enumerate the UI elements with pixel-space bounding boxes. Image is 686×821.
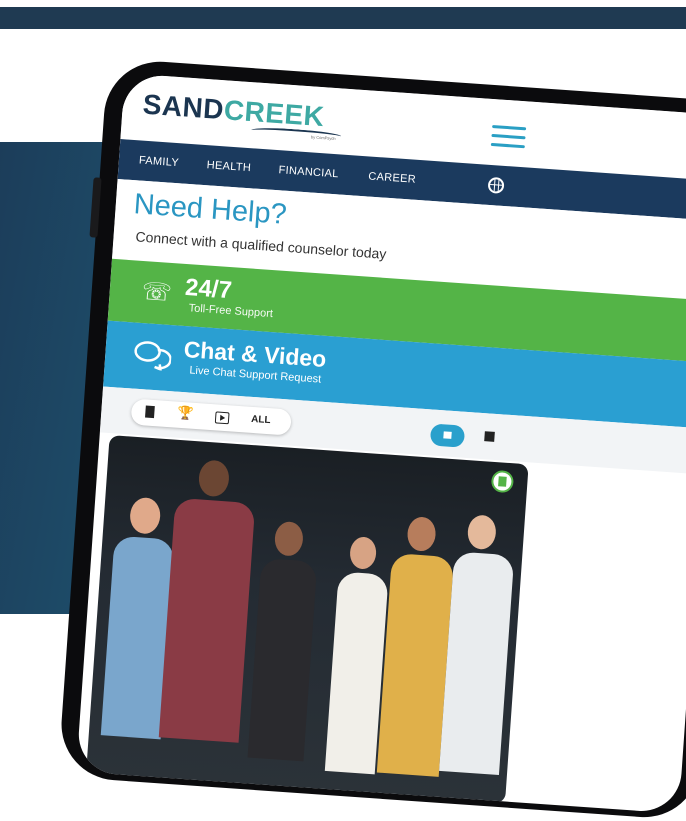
document-icon[interactable]	[145, 405, 155, 419]
featured-photo[interactable]	[85, 435, 529, 804]
brand-name-part2: CREEK	[222, 94, 326, 133]
support-label: 24/7	[184, 273, 233, 305]
nav-item-career[interactable]: CAREER	[368, 170, 416, 185]
help-title: Need Help?	[132, 188, 288, 231]
brand-name-part1: SAND	[141, 88, 226, 126]
nav-item-family[interactable]: FAMILY	[139, 154, 180, 169]
filter-all[interactable]: ALL	[251, 414, 271, 426]
phone-screen: SANDCREEK by ComPsych FAMILY HEALTH FINA…	[76, 73, 686, 814]
grid-view-icon[interactable]	[429, 423, 466, 448]
nav-item-health[interactable]: HEALTH	[206, 159, 251, 174]
brand-logo[interactable]: SANDCREEK	[142, 89, 326, 134]
menu-icon[interactable]	[490, 124, 527, 153]
document-badge-icon	[490, 469, 515, 494]
top-banner-bar	[0, 7, 686, 29]
video-icon[interactable]	[214, 411, 230, 425]
globe-icon[interactable]	[487, 176, 505, 194]
help-subtitle: Connect with a qualified counselor today	[135, 228, 387, 262]
filter-pill: 🏆 ALL	[130, 398, 292, 436]
brand-tagline: by ComPsych	[310, 134, 336, 142]
phone-mockup: SANDCREEK by ComPsych FAMILY HEALTH FINA…	[57, 58, 686, 821]
phone-icon: ☏	[140, 277, 173, 307]
support-sub: Toll-Free Support	[188, 302, 274, 321]
list-view-icon[interactable]	[484, 431, 495, 442]
chat-icon	[134, 341, 172, 372]
nav-item-financial[interactable]: FINANCIAL	[278, 164, 339, 180]
trophy-icon[interactable]: 🏆	[177, 405, 194, 422]
